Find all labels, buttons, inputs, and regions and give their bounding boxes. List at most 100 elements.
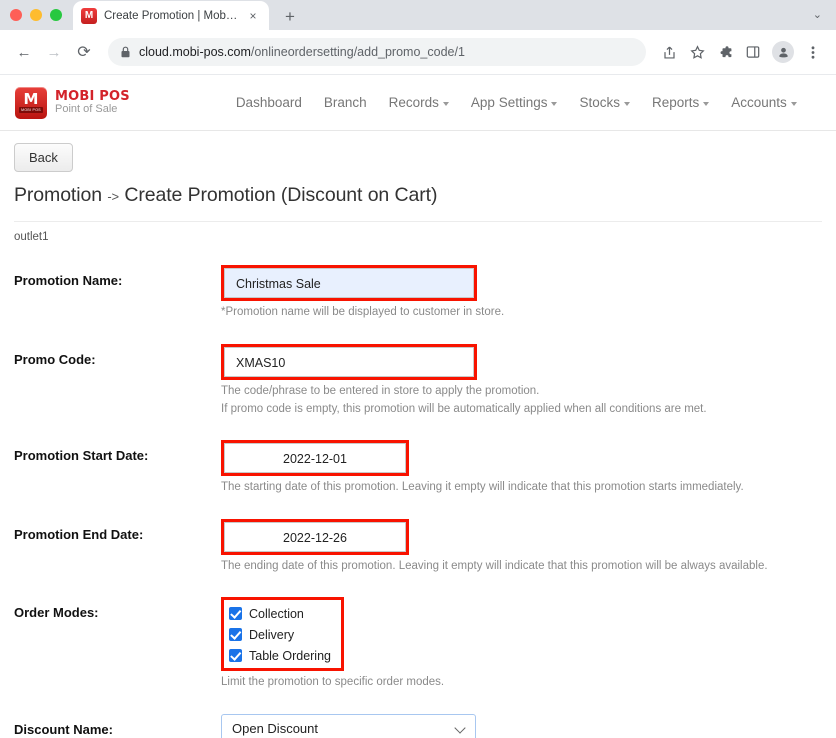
main-navigation: Dashboard Branch Records App Settings St…: [225, 89, 808, 116]
promo-code-input[interactable]: XMAS10: [224, 346, 474, 377]
title-divider: [14, 221, 822, 222]
mobipos-logo-icon: M MOBI POS: [15, 86, 47, 119]
nav-item-dashboard[interactable]: Dashboard: [225, 89, 313, 116]
start-date-input[interactable]: 2022-12-01: [224, 443, 406, 474]
page-title-prefix: Promotion: [14, 184, 102, 206]
brand-tagline: Point of Sale: [55, 102, 118, 115]
order-mode-option-delivery[interactable]: Delivery: [229, 626, 331, 643]
promotion-name-input[interactable]: Christmas Sale: [224, 268, 474, 298]
checkbox-checked-icon[interactable]: [229, 628, 242, 642]
lock-icon: [120, 46, 131, 58]
field-row-promo-code: Promo Code: XMAS10 The code/phrase to be…: [14, 343, 822, 419]
end-date-label: Promotion End Date:: [14, 527, 144, 543]
order-mode-option-collection[interactable]: Collection: [229, 605, 331, 622]
forward-navigation-icon[interactable]: →: [40, 38, 68, 66]
nav-item-accounts[interactable]: Accounts: [720, 89, 808, 116]
brand-logo[interactable]: M MOBI POS MOBI POS Point of Sale: [15, 86, 130, 119]
address-bar[interactable]: cloud.mobi-pos.com/onlineordersetting/ad…: [108, 38, 646, 66]
chevron-down-icon: [624, 101, 630, 106]
browser-chrome: M Create Promotion | MobiPOS × + ⌄ ← → ⟳…: [0, 0, 836, 75]
promotion-name-label: Promotion Name:: [14, 273, 123, 288]
order-mode-label: Delivery: [249, 627, 295, 642]
chevron-down-icon: [442, 101, 449, 106]
order-modes-highlight: Collection Delivery Table Ordering: [221, 597, 344, 672]
start-date-hint: The starting date of this promotion. Lea…: [221, 481, 744, 494]
bookmark-star-icon[interactable]: [684, 39, 710, 65]
window-controls[interactable]: [10, 9, 62, 21]
outlet-label: outlet1: [14, 231, 49, 243]
end-date-input[interactable]: 2022-12-26: [224, 522, 406, 553]
order-mode-option-table-ordering[interactable]: Table Ordering: [229, 647, 331, 664]
field-row-order-modes: Order Modes: Collection Delivery Table O…: [14, 597, 822, 692]
nav-item-app-settings[interactable]: App Settings: [460, 89, 569, 116]
extensions-puzzle-icon[interactable]: [712, 39, 738, 65]
discount-name-selected-value: Open Discount: [232, 721, 318, 737]
tab-strip: M Create Promotion | MobiPOS × + ⌄: [0, 0, 836, 30]
profile-avatar[interactable]: [772, 41, 794, 63]
nav-item-branch[interactable]: Branch: [313, 89, 378, 116]
page-title: Promotion -> Create Promotion (Discount …: [14, 184, 822, 207]
order-modes-hint: Limit the promotion to specific order mo…: [221, 676, 445, 689]
promotion-form: Promotion Name: Christmas Sale *Promotio…: [14, 265, 822, 738]
brand-name: MOBI POS: [55, 88, 130, 104]
end-date-highlight: 2022-12-26: [221, 519, 409, 556]
promotion-name-hint: *Promotion name will be displayed to cus…: [221, 306, 505, 318]
minimize-window-button[interactable]: [30, 9, 42, 21]
logo-sublabel: MOBI POS: [19, 106, 43, 113]
nav-label: App Settings: [470, 95, 548, 110]
reload-icon[interactable]: ⟳: [70, 38, 98, 66]
site-header: M MOBI POS MOBI POS Point of Sale Dashbo…: [0, 75, 836, 131]
end-date-hint: The ending date of this promotion. Leavi…: [221, 560, 768, 573]
brand-text: MOBI POS Point of Sale: [55, 90, 130, 115]
start-date-highlight: 2022-12-01: [221, 440, 409, 477]
page-title-main: Create Promotion (Discount on Cart): [124, 184, 438, 206]
order-mode-label: Collection: [249, 606, 304, 621]
favicon-letter: M: [84, 9, 94, 21]
nav-label: Stocks: [579, 95, 620, 110]
chevron-down-icon: [454, 722, 466, 734]
field-row-discount-name: Discount Name: Open Discount Select a pr…: [14, 713, 822, 738]
back-button[interactable]: Back: [14, 143, 73, 172]
page-content: Back Promotion -> Create Promotion (Disc…: [0, 131, 836, 738]
nav-item-records[interactable]: Records: [378, 89, 460, 116]
promo-code-hint-1: The code/phrase to be entered in store t…: [221, 384, 540, 397]
nav-label: Branch: [323, 95, 367, 110]
new-tab-button[interactable]: +: [277, 4, 303, 30]
discount-name-select[interactable]: Open Discount: [221, 713, 476, 738]
chevron-down-icon: [551, 101, 558, 106]
nav-label: Reports: [652, 95, 700, 110]
side-panel-icon[interactable]: [740, 39, 766, 65]
url-domain: cloud.mobi-pos.com: [139, 45, 251, 59]
promo-code-highlight: XMAS10: [221, 343, 477, 380]
nav-label: Dashboard: [235, 95, 302, 110]
url-text: cloud.mobi-pos.com/onlineordersetting/ad…: [139, 45, 465, 59]
checkbox-checked-icon[interactable]: [229, 607, 242, 621]
back-navigation-icon[interactable]: ←: [10, 38, 38, 66]
checkbox-checked-icon[interactable]: [229, 649, 242, 663]
nav-label: Accounts: [731, 95, 787, 110]
tab-search-chevron-down-icon[interactable]: ⌄: [813, 8, 822, 21]
page-title-arrow: ->: [107, 189, 120, 204]
chrome-menu-icon[interactable]: [800, 39, 826, 65]
promo-code-hint-2: If promo code is empty, this promotion w…: [221, 402, 707, 415]
browser-toolbar: ← → ⟳ cloud.mobi-pos.com/onlineordersett…: [0, 30, 836, 75]
discount-name-label: Discount Name:: [14, 721, 113, 737]
promo-code-label: Promo Code:: [14, 351, 96, 367]
share-icon[interactable]: [656, 39, 682, 65]
field-row-start-date: Promotion Start Date: 2022-12-01 The sta…: [14, 440, 822, 497]
tab-title: Create Promotion | MobiPOS: [104, 9, 238, 22]
logo-letter: M: [23, 89, 39, 108]
chevron-down-icon: [790, 101, 797, 106]
nav-item-stocks[interactable]: Stocks: [568, 89, 641, 116]
order-modes-checkbox-group: Collection Delivery Table Ordering: [224, 600, 341, 669]
mobipos-favicon-icon: M: [81, 7, 97, 24]
order-modes-label: Order Modes:: [14, 605, 99, 621]
browser-tab[interactable]: M Create Promotion | MobiPOS ×: [73, 1, 269, 30]
close-window-button[interactable]: [10, 9, 22, 21]
toolbar-actions: [656, 39, 826, 65]
maximize-window-button[interactable]: [50, 9, 62, 21]
nav-item-reports[interactable]: Reports: [641, 89, 720, 116]
close-tab-icon[interactable]: ×: [245, 8, 261, 24]
chevron-down-icon: [703, 101, 710, 106]
field-row-promotion-name: Promotion Name: Christmas Sale *Promotio…: [14, 265, 822, 322]
